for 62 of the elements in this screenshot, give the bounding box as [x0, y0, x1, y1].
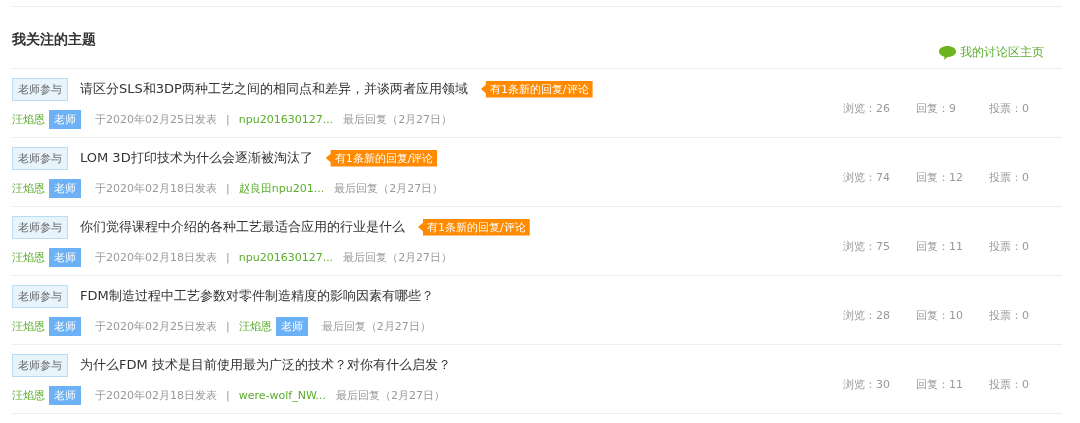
teacher-badge: 老师: [49, 109, 81, 129]
last-replier-link[interactable]: 汪焰恩: [238, 318, 272, 334]
post-date: 于2020年02月25日发表: [95, 318, 217, 334]
reply-count: 回复：11: [916, 238, 964, 254]
separator: |: [226, 112, 230, 126]
teacher-badge: 老师: [49, 178, 81, 198]
last-replier-link[interactable]: were-wolf_NW...: [238, 388, 326, 402]
post-date: 于2020年02月18日发表: [95, 249, 217, 265]
last-reply-date: 最后回复（2月27日）: [321, 318, 431, 334]
teacher-involved-tag: 老师参与: [12, 77, 68, 101]
teacher-badge: 老师: [49, 247, 81, 267]
teacher-badge: 老师: [275, 316, 308, 336]
teacher-involved-tag: 老师参与: [12, 215, 68, 239]
teacher-involved-tag: 老师参与: [12, 284, 68, 308]
section-title: 我关注的主题: [12, 31, 96, 49]
last-reply-date: 最后回复（2月27日）: [334, 180, 444, 196]
last-reply-date: 最后回复（2月27日）: [343, 249, 453, 265]
separator: |: [226, 388, 230, 402]
separator: |: [226, 250, 230, 264]
view-count: 浏览：26: [843, 100, 891, 116]
topic-title-link[interactable]: 请区分SLS和3DP两种工艺之间的相同点和差异，并谈两者应用领域: [80, 80, 468, 98]
new-reply-notice: 有1条新的回复/评论: [325, 149, 438, 167]
vote-count: 投票：0: [989, 376, 1030, 392]
author-link[interactable]: 汪焰恩: [12, 387, 45, 403]
reply-count: 回复：10: [916, 307, 964, 323]
view-count: 浏览：28: [843, 307, 891, 323]
last-reply-date: 最后回复（2月27日）: [336, 387, 445, 403]
last-replier-link[interactable]: npu201630127...: [238, 112, 334, 126]
author-link[interactable]: 汪焰恩: [12, 111, 45, 127]
discussion-home-link[interactable]: 我的讨论区主页: [939, 44, 1044, 61]
author-link[interactable]: 汪焰恩: [12, 318, 45, 334]
topic-title-link[interactable]: 为什么FDM 技术是目前使用最为广泛的技术？对你有什么启发？: [80, 356, 451, 374]
topic-title-link[interactable]: LOM 3D打印技术为什么会逐渐被淘汰了: [80, 149, 313, 167]
topic-title-link[interactable]: FDM制造过程中工艺参数对零件制造精度的影响因素有哪些？: [80, 287, 434, 305]
author-link[interactable]: 汪焰恩: [12, 180, 45, 196]
separator: |: [226, 181, 230, 195]
speech-bubble-icon: [939, 45, 956, 60]
last-replier-link[interactable]: 赵良田npu201...: [238, 180, 325, 196]
teacher-badge: 老师: [49, 316, 81, 336]
vote-count: 投票：0: [989, 238, 1030, 254]
teacher-involved-tag: 老师参与: [12, 146, 68, 170]
last-replier-link[interactable]: npu201630127...: [238, 250, 334, 264]
topic-title-link[interactable]: 你们觉得课程中介绍的各种工艺最适合应用的行业是什么: [80, 218, 405, 236]
post-date: 于2020年02月18日发表: [95, 180, 217, 196]
vote-count: 投票：0: [989, 100, 1030, 116]
post-date: 于2020年02月25日发表: [95, 111, 217, 127]
view-count: 浏览：30: [843, 376, 891, 392]
separator: |: [226, 319, 230, 333]
last-reply-date: 最后回复（2月27日）: [343, 111, 453, 127]
vote-count: 投票：0: [989, 169, 1030, 185]
view-count: 浏览：74: [843, 169, 891, 185]
new-reply-notice: 有1条新的回复/评论: [418, 218, 530, 236]
view-count: 浏览：75: [843, 238, 891, 254]
reply-count: 回复：9: [916, 100, 957, 116]
vote-count: 投票：0: [989, 307, 1030, 323]
author-link[interactable]: 汪焰恩: [12, 249, 45, 265]
teacher-involved-tag: 老师参与: [12, 353, 68, 377]
post-date: 于2020年02月18日发表: [95, 387, 217, 403]
reply-count: 回复：11: [916, 376, 964, 392]
teacher-badge: 老师: [49, 385, 81, 405]
new-reply-notice: 有1条新的回复/评论: [480, 80, 593, 98]
reply-count: 回复：12: [916, 169, 964, 185]
